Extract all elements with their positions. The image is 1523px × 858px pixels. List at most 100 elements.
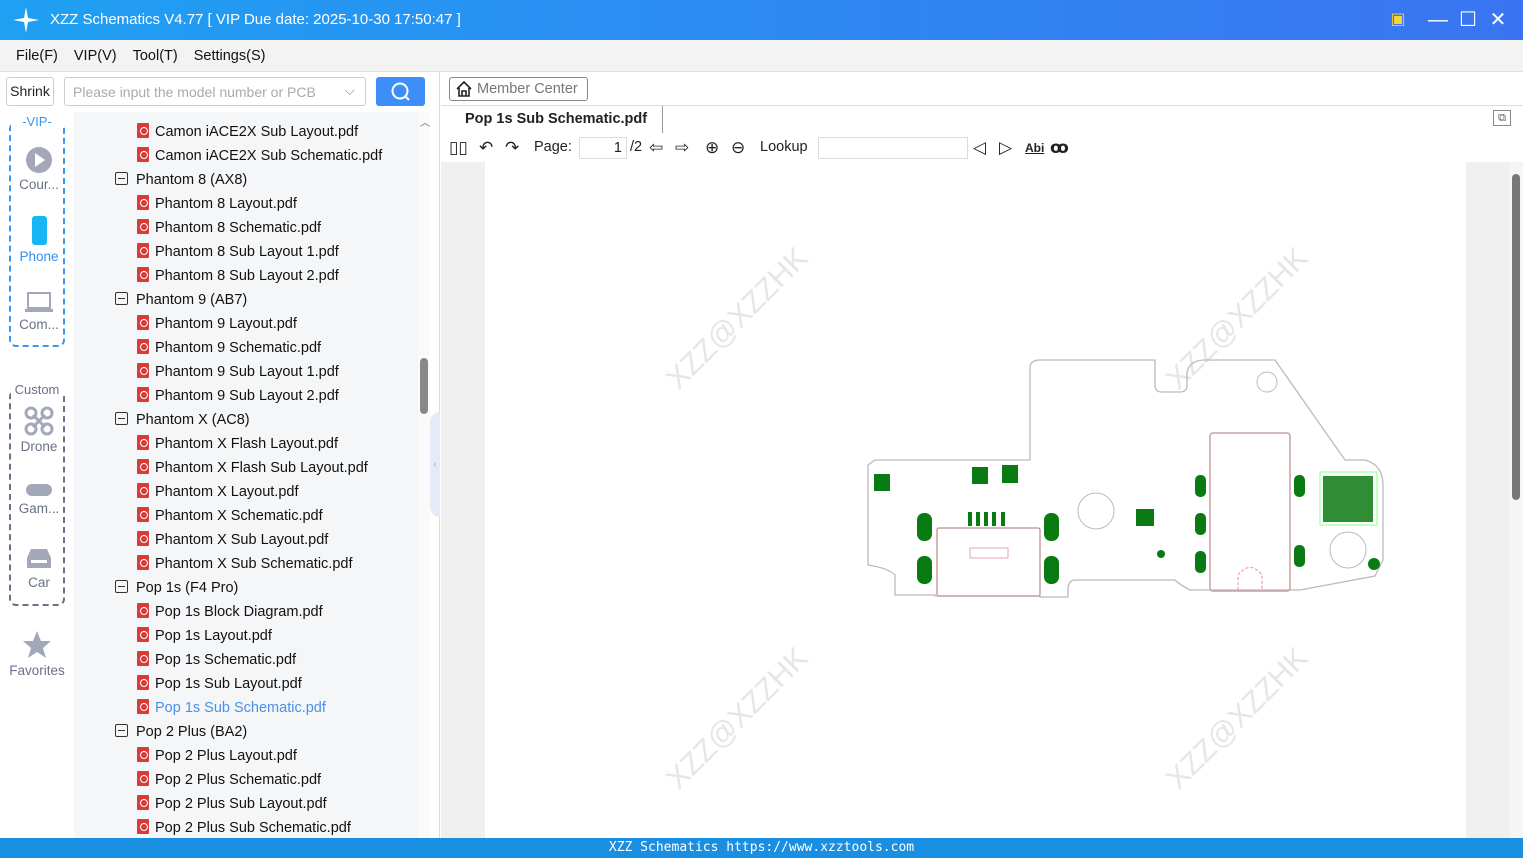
tree-file[interactable]: Camon iACE2X Sub Layout.pdf (137, 120, 358, 144)
shrink-button[interactable]: Shrink (6, 77, 54, 106)
pdf-icon (137, 435, 149, 450)
pdf-icon (137, 195, 149, 210)
match-case-icon[interactable]: Abi (1025, 138, 1044, 158)
tree-file[interactable]: Pop 1s Schematic.pdf (137, 648, 296, 672)
next-page-icon[interactable]: ⇨ (675, 138, 689, 158)
tree-file[interactable]: Pop 2 Plus Sub Schematic.pdf (137, 816, 351, 838)
vip-group-title: -VIP- (11, 114, 63, 129)
tree-file[interactable]: Phantom 9 Layout.pdf (137, 312, 297, 336)
pdf-icon (137, 267, 149, 282)
vip-bag-icon[interactable]: ▣ (1386, 8, 1410, 32)
tree-label: Pop 1s Block Diagram.pdf (155, 604, 323, 620)
tree-file[interactable]: Pop 1s Layout.pdf (137, 624, 272, 648)
tree-file[interactable]: Pop 2 Plus Schematic.pdf (137, 768, 321, 792)
menu-tool[interactable]: Tool(T) (133, 48, 178, 64)
close-button[interactable]: ✕ (1486, 8, 1510, 32)
pdf-icon (137, 243, 149, 258)
two-page-icon[interactable]: ▯▯ (449, 138, 468, 158)
category-drone[interactable]: Drone (11, 406, 67, 454)
zoom-out-icon[interactable]: ⊖ (731, 138, 745, 158)
category-game[interactable]: Gam... (11, 482, 67, 516)
search-placeholder: Please input the model number or PCB (73, 84, 316, 100)
favorites-button[interactable]: Favorites (0, 630, 74, 678)
label: Cour... (19, 177, 59, 192)
pdf-icon (137, 147, 149, 162)
tree-label: Pop 2 Plus (BA2) (136, 724, 248, 740)
collapse-pane-handle[interactable]: ‹ (430, 412, 440, 517)
tree-file[interactable]: Phantom 8 Sub Layout 1.pdf (137, 240, 339, 264)
tree-scrollbar[interactable]: ︿ (418, 112, 430, 838)
tree-file[interactable]: Phantom 9 Sub Layout 2.pdf (137, 384, 339, 408)
tree-file[interactable]: Phantom 8 Layout.pdf (137, 192, 297, 216)
drone-icon (24, 406, 54, 436)
minimize-button[interactable]: — (1426, 8, 1450, 32)
tree-label: Phantom X Layout.pdf (155, 484, 299, 500)
tree-file[interactable]: Pop 1s Block Diagram.pdf (137, 600, 323, 624)
tree-file[interactable]: Pop 1s Sub Schematic.pdf (137, 696, 326, 720)
menu-settings[interactable]: Settings(S) (194, 48, 266, 64)
collapse-icon[interactable] (115, 724, 128, 737)
collapse-icon[interactable] (115, 580, 128, 593)
tree-group[interactable]: Pop 1s (F4 Pro) (115, 576, 238, 600)
model-search-input[interactable]: Please input the model number or PCB ⌵ (64, 77, 366, 106)
member-center-button[interactable]: Member Center (449, 77, 588, 101)
tree-file[interactable]: Phantom X Sub Schematic.pdf (137, 552, 352, 576)
tree-scroll-thumb[interactable] (420, 358, 428, 414)
menu-vip[interactable]: VIP(V) (74, 48, 117, 64)
collapse-icon[interactable] (115, 412, 128, 425)
document-scroll-thumb[interactable] (1512, 174, 1520, 500)
tree-group[interactable]: Phantom X (AC8) (115, 408, 250, 432)
tree-file[interactable]: Pop 1s Sub Layout.pdf (137, 672, 302, 696)
tree-file[interactable]: Phantom 8 Sub Layout 2.pdf (137, 264, 339, 288)
chevron-down-icon[interactable]: ⌵ (344, 82, 355, 99)
category-courses[interactable]: Cour... (11, 146, 67, 192)
tree-file[interactable]: Phantom X Layout.pdf (137, 480, 299, 504)
pdf-icon (137, 339, 149, 354)
zoom-in-icon[interactable]: ⊕ (705, 138, 719, 158)
tree-label: Phantom 9 Sub Layout 2.pdf (155, 388, 339, 404)
rotate-left-icon[interactable]: ↶ (479, 138, 493, 158)
search-button[interactable] (376, 77, 425, 106)
tree-file[interactable]: Pop 2 Plus Sub Layout.pdf (137, 792, 327, 816)
page-number-input[interactable]: 1 (579, 137, 627, 159)
tree-group[interactable]: Phantom 9 (AB7) (115, 288, 247, 312)
tree-label: Phantom X Flash Layout.pdf (155, 436, 338, 452)
tree-file[interactable]: Phantom X Sub Layout.pdf (137, 528, 328, 552)
tree-label: Pop 1s Layout.pdf (155, 628, 272, 644)
tree-group[interactable]: Phantom 8 (AX8) (115, 168, 247, 192)
tree-label: Phantom X (AC8) (136, 412, 250, 428)
tab-pop-1s-sub-schematic[interactable]: Pop 1s Sub Schematic.pdf (441, 106, 663, 133)
tree-file[interactable]: Phantom 9 Sub Layout 1.pdf (137, 360, 339, 384)
tree-label: Phantom 8 Schematic.pdf (155, 220, 322, 236)
rotate-right-icon[interactable]: ↷ (505, 138, 519, 158)
collapse-icon[interactable] (115, 172, 128, 185)
find-next-icon[interactable]: ▷ (999, 138, 1012, 158)
category-computer[interactable]: Com... (11, 290, 67, 332)
maximize-button[interactable]: ☐ (1456, 8, 1480, 32)
document-scrollbar[interactable] (1509, 162, 1523, 838)
tree-group[interactable]: Pop 2 Plus (BA2) (115, 720, 247, 744)
tree-file[interactable]: Phantom 8 Schematic.pdf (137, 216, 321, 240)
menu-file[interactable]: File(F) (16, 48, 58, 64)
tree-file[interactable]: Phantom X Flash Sub Layout.pdf (137, 456, 368, 480)
previous-page-icon[interactable]: ⇦ (649, 138, 663, 158)
label: Gam... (18, 501, 60, 516)
tree-file[interactable]: Camon iACE2X Sub Schematic.pdf (137, 144, 382, 168)
category-phone[interactable]: Phone (11, 216, 67, 264)
category-car[interactable]: Car (11, 546, 67, 590)
label: Favorites (9, 663, 65, 678)
collapse-icon[interactable] (115, 292, 128, 305)
lookup-label: Lookup (760, 139, 808, 155)
tree-file[interactable]: Phantom X Flash Layout.pdf (137, 432, 338, 456)
tree-file[interactable]: Pop 2 Plus Layout.pdf (137, 744, 297, 768)
tree-file[interactable]: Phantom X Schematic.pdf (137, 504, 323, 528)
car-icon (27, 549, 51, 568)
binoculars-icon[interactable]: ꝏ (1050, 138, 1069, 158)
pcb-layout-drawing (867, 359, 1384, 598)
lookup-input[interactable] (818, 137, 968, 159)
tree-file[interactable]: Phantom 9 Schematic.pdf (137, 336, 321, 360)
tree-label: Phantom X Sub Schematic.pdf (155, 556, 353, 572)
close-tab-icon[interactable]: ⧉ (1493, 110, 1511, 126)
tree-label: Camon iACE2X Sub Schematic.pdf (155, 148, 383, 164)
find-previous-icon[interactable]: ◁ (973, 138, 986, 158)
